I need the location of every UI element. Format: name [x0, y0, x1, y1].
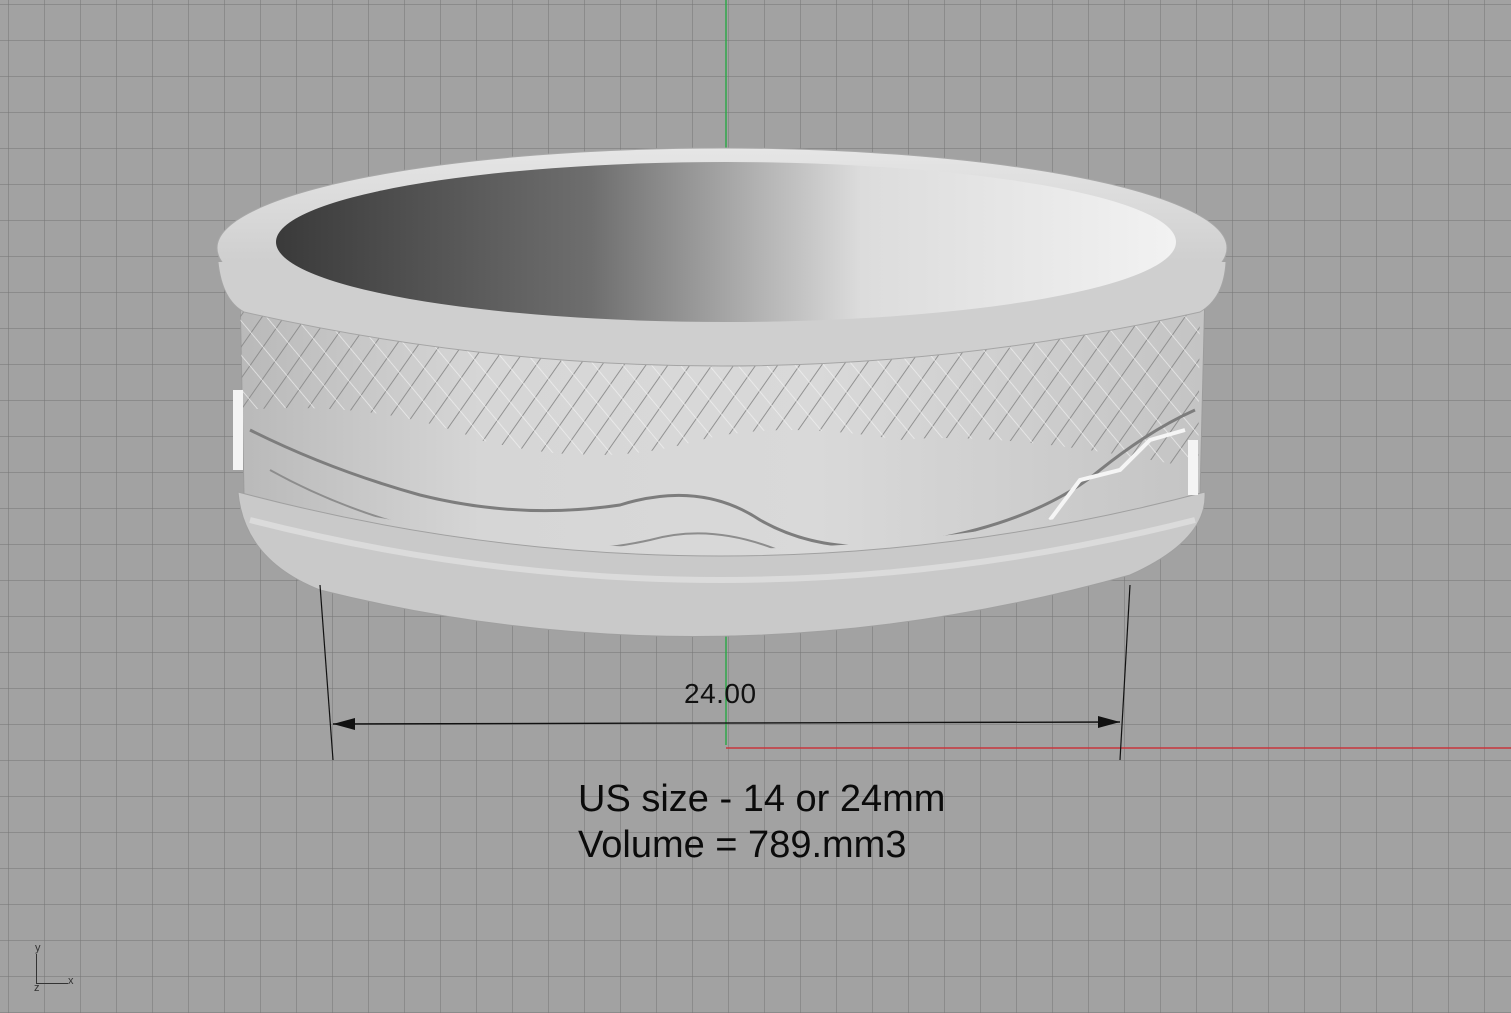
axis-triad-icon: y x z [28, 940, 88, 1000]
ring-volume-text: Volume = 789.mm3 [578, 824, 907, 866]
axis-z-label: z [34, 982, 40, 994]
axis-y-label: y [35, 942, 41, 954]
ring-info-note: US size - 14 or 24mm Volume = 789.mm3 [578, 776, 945, 868]
perspective-viewport[interactable]: 24.00 US size - 14 or 24mm Volume = 789.… [0, 0, 1511, 1013]
ring-inner-opening [276, 162, 1176, 322]
axis-x-label: x [68, 975, 74, 987]
dimension-value-label[interactable]: 24.00 [684, 678, 757, 710]
ring-size-text: US size - 14 or 24mm [578, 778, 946, 820]
